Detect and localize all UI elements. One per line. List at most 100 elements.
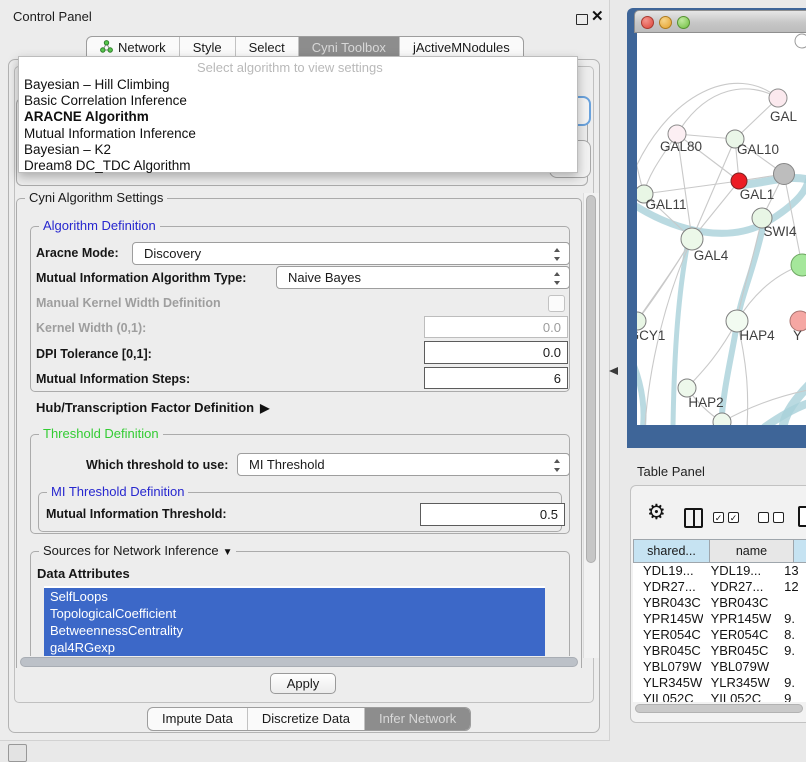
table-row[interactable]: YBL079WYBL079W [633, 659, 806, 675]
gear-icon[interactable]: ⚙ [647, 503, 666, 523]
network-edge [644, 181, 739, 194]
unchecked-checkbox-icon [758, 512, 769, 523]
tab-label: Discretize Data [262, 711, 350, 726]
table-panel: ⚙ ✓ ✓ shared...name YDL19...YDL19...13YD… [630, 485, 806, 723]
table-row[interactable]: YPR145WYPR145W9. [633, 611, 806, 627]
aracne-mode-select[interactable]: Discovery [132, 242, 570, 265]
algorithm-option-bayesian-k2[interactable]: Bayesian – K2 [19, 142, 577, 158]
table-cell: YPR145W [703, 611, 779, 627]
column-view-icon[interactable] [684, 508, 703, 528]
table-row[interactable]: YDR27...YDR27...12 [633, 579, 806, 595]
minimize-traffic-light-icon[interactable] [659, 16, 672, 29]
network-canvas[interactable]: GALGAL80GAL10GAL1GAL11SWI4GAL4GCY1HAP4YH… [637, 33, 806, 425]
collapse-arrow-icon: ▼ [223, 547, 233, 558]
algorithm-option-bayesian-hill-climbing[interactable]: Bayesian – Hill Climbing [19, 77, 577, 93]
algorithm-dropdown-popup: Select algorithm to view settings Bayesi… [18, 56, 578, 173]
manual-kernel-checkbox[interactable] [548, 295, 565, 312]
dropdown-arrows-icon [553, 459, 562, 472]
mi-type-value: Naive Bayes [288, 270, 361, 285]
mi-threshold-label: Mutual Information Threshold: [46, 507, 227, 521]
node-bottom[interactable] [713, 413, 731, 425]
attribute-item-betweennesscentrality[interactable]: BetweennessCentrality [44, 622, 545, 639]
algorithm-option-basic-correlation-inference[interactable]: Basic Correlation Inference [19, 93, 577, 109]
kernel-width-label: Kernel Width (0,1): [36, 321, 146, 335]
table-row[interactable]: YER054CYER054C8. [633, 627, 806, 643]
group-title: MI Threshold Definition [47, 484, 188, 499]
hub-definition-label: Hub/Transcription Factor Definition [36, 400, 254, 415]
attribute-item-topologicalcoefficient[interactable]: TopologicalCoefficient [44, 605, 545, 622]
attribute-item-gal4rgexp[interactable]: gal4RGexp [44, 639, 545, 656]
select-all-checkboxes-icon[interactable]: ✓ ✓ [713, 512, 739, 523]
table-body: YDL19...YDL19...13YDR27...YDR27...12YBR0… [633, 563, 806, 702]
horizontal-scrollbar-thumb[interactable] [20, 657, 578, 667]
table-cell: 9. [778, 643, 806, 659]
network-edge [784, 174, 802, 265]
dpi-tolerance-field[interactable]: 0.0 [424, 341, 568, 364]
mi-threshold-field[interactable]: 0.5 [420, 503, 565, 526]
network-edge [637, 128, 644, 194]
algorithm-option-dream8-dc-tdc-algorithm[interactable]: Dream8 DC_TDC Algorithm [19, 158, 577, 174]
sources-toggle[interactable]: Sources for Network Inference ▼ [39, 543, 236, 558]
table-row[interactable]: YLR345WYLR345W9. [633, 675, 806, 691]
mi-type-select[interactable]: Naive Bayes [276, 266, 570, 289]
column-header-partial[interactable] [794, 539, 806, 563]
network-window-titlebar[interactable] [634, 10, 806, 33]
mi-steps-field[interactable]: 6 [424, 367, 568, 389]
node-top-fragment[interactable] [795, 34, 806, 48]
network-edge [677, 89, 778, 134]
apply-button[interactable]: Apply [270, 673, 336, 694]
node-green-right[interactable] [791, 254, 806, 276]
node-label-hap4: HAP4 [739, 328, 775, 343]
table-cell: YIL052C [703, 691, 779, 702]
tab-label: Impute Data [162, 711, 233, 726]
algorithm-option-aracne-algorithm[interactable]: ARACNE Algorithm [19, 109, 577, 125]
table-cell: YIL052C [633, 691, 703, 702]
tab-label: Network [118, 40, 166, 55]
which-threshold-select[interactable]: MI Threshold [237, 453, 570, 476]
vertical-scrollbar-thumb[interactable] [586, 195, 596, 563]
node-label-y: Y [793, 328, 802, 343]
table-row[interactable]: YIL052CYIL052C9 [633, 691, 806, 702]
which-threshold-label: Which threshold to use: [86, 458, 228, 472]
checked-checkbox-icon: ✓ [728, 512, 739, 523]
table-cell: YBR043C [703, 595, 779, 611]
aracne-mode-label: Aracne Mode: [36, 246, 119, 260]
table-cell: YER054C [703, 627, 779, 643]
deselect-all-checkboxes-icon[interactable] [758, 512, 784, 523]
document-icon[interactable] [798, 506, 806, 527]
tab-discretize-data[interactable]: Discretize Data [247, 708, 364, 730]
node-label-gal: GAL [770, 109, 798, 124]
manual-kernel-label: Manual Kernel Width Definition [36, 296, 221, 310]
dropdown-arrows-icon [553, 248, 562, 261]
group-title: Cyni Algorithm Settings [25, 190, 167, 205]
table-row[interactable]: YDL19...YDL19...13 [633, 563, 806, 579]
table-cell: 8. [778, 627, 806, 643]
vertical-scrollbar[interactable] [583, 193, 599, 658]
table-row[interactable]: YBR045CYBR045C9. [633, 643, 806, 659]
algorithm-option-mutual-information-inference[interactable]: Mutual Information Inference [19, 126, 577, 142]
float-window-icon[interactable] [576, 14, 588, 25]
close-window-icon[interactable]: ✕ [591, 7, 604, 25]
node-pink-top[interactable] [769, 89, 787, 107]
zoom-traffic-light-icon[interactable] [677, 16, 690, 29]
attribute-item-selfloops[interactable]: SelfLoops [44, 588, 545, 605]
tab-impute-data[interactable]: Impute Data [148, 708, 247, 730]
sources-title: Sources for Network Inference [43, 543, 219, 558]
network-view-window[interactable]: GALGAL80GAL10GAL1GAL11SWI4GAL4GCY1HAP4YH… [627, 8, 806, 448]
tab-infer-network[interactable]: Infer Network [364, 708, 470, 730]
column-header-name[interactable]: name [710, 539, 794, 563]
hub-definition-toggle[interactable]: Hub/Transcription Factor Definition▶ [36, 400, 269, 415]
table-horizontal-scrollbar-thumb[interactable] [635, 704, 803, 713]
table-cell: YDR27... [633, 579, 703, 595]
node-gray[interactable] [774, 164, 795, 185]
table-cell: 13 [778, 563, 806, 579]
mi-type-label: Mutual Information Algorithm Type: [36, 271, 246, 285]
node-GAL4[interactable] [681, 228, 703, 250]
network-graph: GALGAL80GAL10GAL1GAL11SWI4GAL4GCY1HAP4YH… [637, 33, 806, 425]
collapsed-panel-icon[interactable] [8, 744, 27, 762]
table-cell: YBL079W [703, 659, 779, 675]
table-row[interactable]: YBR043CYBR043C [633, 595, 806, 611]
column-header-shared[interactable]: shared... [633, 539, 710, 563]
mi-steps-label: Mutual Information Steps: [36, 372, 190, 386]
close-traffic-light-icon[interactable] [641, 16, 654, 29]
